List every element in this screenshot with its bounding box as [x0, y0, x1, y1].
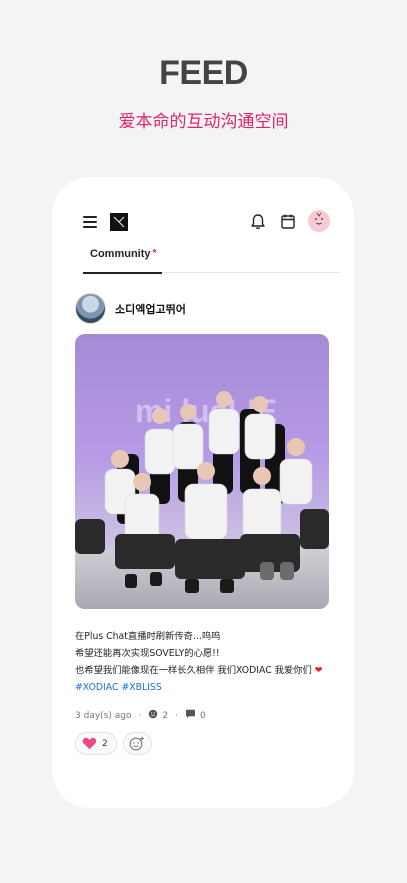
comment-icon[interactable] [185, 709, 196, 722]
post-body: 在Plus Chat直播时刷新传奇...呜呜 希望还能再次实现SOVELY的心愿… [75, 628, 335, 696]
tab-bar: Community * [83, 237, 340, 274]
calendar-icon[interactable] [280, 213, 296, 234]
post-meta: 3 day(s) ago · 2 · 0 [75, 709, 206, 722]
comment-count: 0 [199, 710, 206, 721]
tab-community[interactable]: Community * [83, 248, 162, 274]
bell-icon[interactable] [250, 213, 266, 234]
add-emoji-icon [129, 736, 145, 751]
post-header: 소디엑업고뛰어 [75, 293, 325, 325]
author-name[interactable]: 소디엑업고뛰어 [115, 301, 186, 317]
profile-avatar[interactable] [308, 210, 330, 232]
page-subheadline: 爱本命的互动沟通空间 [118, 112, 289, 132]
new-badge: * [152, 248, 157, 259]
reaction-count: 2 [162, 710, 169, 721]
post-line-3: 也希望我们能像现在一样长久相伴 我们XODIAC 我爱你们 [75, 665, 312, 676]
hashtag-xbliss[interactable]: #XBLISS [121, 682, 161, 693]
phone-frame: Community * 소디엑업고뛰어 mi lusLIE 在Plus Chat… [52, 177, 354, 808]
post-photo[interactable]: mi lusLIE [75, 334, 329, 609]
author-avatar[interactable] [75, 293, 106, 324]
like-button[interactable]: 2 [75, 732, 117, 755]
post-time: 3 day(s) ago [75, 710, 132, 721]
reaction-face-icon [148, 709, 158, 722]
meta-separator: · [138, 710, 142, 721]
meta-separator: · [175, 710, 178, 721]
like-count: 2 [102, 738, 108, 749]
app-logo[interactable] [110, 213, 128, 231]
tab-community-label: Community [90, 248, 151, 260]
heart-emoji-icon: ❤ [314, 665, 323, 676]
post-line-2: 希望还能再次实现SOVELY的心愿!! [75, 648, 220, 659]
post-actions: 2 [75, 732, 152, 755]
hashtag-xodiac[interactable]: #XODIAC [75, 682, 118, 693]
post-line-1: 在Plus Chat直播时刷新传奇...呜呜 [75, 631, 221, 642]
top-bar [52, 210, 354, 235]
heart-icon [82, 737, 97, 750]
hashtag-list: #XODIAC #XBLISS [75, 679, 335, 696]
menu-icon[interactable] [83, 216, 97, 228]
add-reaction-button[interactable] [122, 732, 152, 755]
page-headline: FEED [159, 54, 248, 92]
